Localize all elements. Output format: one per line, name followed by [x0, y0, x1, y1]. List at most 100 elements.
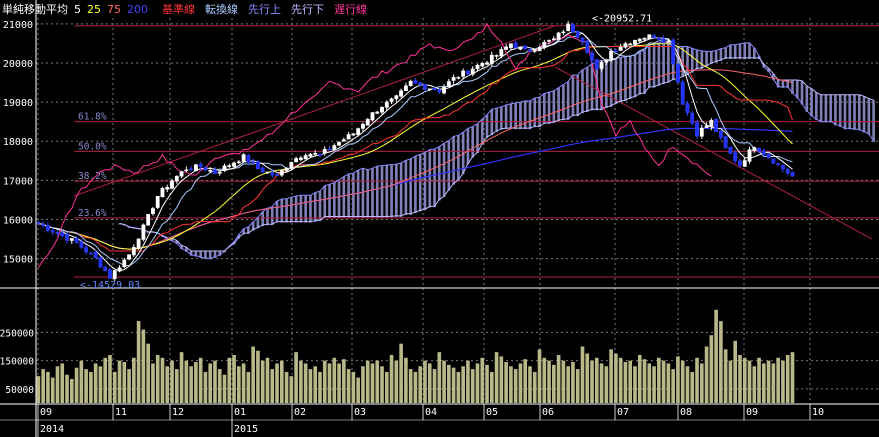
candle-body: [781, 165, 785, 170]
volume-bar: [657, 357, 661, 403]
volume-bar: [198, 357, 203, 403]
candle-body: [279, 170, 284, 176]
candle-body: [399, 90, 404, 97]
candle-body: [446, 81, 451, 87]
volume-bar: [227, 357, 232, 403]
volume-bar: [571, 362, 575, 403]
fib-label: 61.8%: [78, 112, 107, 123]
candle-body: [585, 40, 590, 53]
volume-bar: [475, 363, 480, 403]
x-tick-label: 10: [812, 407, 824, 418]
volume-bar: [719, 321, 723, 403]
candle-body: [337, 141, 341, 146]
volume-bar: [466, 360, 470, 403]
candle-body: [174, 175, 179, 182]
candle-body: [108, 269, 112, 279]
price-tick-label: 18000: [3, 137, 33, 148]
candle-body: [79, 241, 84, 248]
candle-body: [98, 257, 103, 268]
candle-body: [561, 31, 566, 34]
volume-bar: [55, 366, 60, 403]
candle-body: [313, 153, 318, 155]
volume-bar: [709, 335, 714, 403]
volume-bar: [141, 329, 146, 403]
volume-bar: [394, 360, 399, 403]
candle-body: [88, 252, 93, 255]
candle-body: [580, 37, 585, 43]
volume-bar: [318, 371, 322, 403]
volume-bar: [174, 369, 179, 403]
candle-body: [733, 152, 738, 162]
volume-bar: [532, 371, 537, 403]
volume-bar: [313, 366, 318, 403]
candle-body: [36, 222, 41, 224]
candle-body: [628, 43, 633, 46]
volume-bar: [552, 364, 556, 403]
x-tick-label: 09: [40, 407, 52, 418]
volume-bar: [351, 371, 356, 403]
candle-body: [46, 225, 50, 231]
low-annotation: <-14529.03: [80, 280, 140, 291]
volume-bar: [69, 378, 74, 403]
candle-body: [375, 111, 380, 114]
candle-body: [513, 42, 518, 49]
volume-bar: [575, 369, 580, 403]
candle-body: [451, 77, 456, 81]
candle-body: [408, 80, 413, 87]
candle-body: [423, 84, 427, 90]
candle-body: [676, 63, 680, 83]
candle-body: [294, 158, 299, 163]
candle-body: [260, 167, 265, 173]
candle-body: [227, 165, 232, 167]
candle-body: [556, 32, 561, 40]
candle-body: [103, 266, 108, 272]
volume-bar: [733, 340, 738, 403]
candle-body: [637, 38, 642, 42]
volume-bar: [241, 363, 246, 403]
candle-body: [575, 31, 580, 38]
candle-body: [55, 232, 60, 234]
candle-body: [165, 187, 170, 190]
candle-body: [232, 162, 236, 167]
candle-body: [413, 80, 418, 84]
candle-body: [489, 54, 494, 65]
volume-bar: [518, 363, 523, 403]
candle-body: [365, 118, 370, 126]
volume-bar: [785, 354, 790, 403]
volume-bar: [489, 371, 494, 403]
volume-bar: [60, 363, 65, 403]
candle-body: [41, 224, 46, 226]
volume-bar: [270, 369, 275, 403]
candle-body: [298, 157, 303, 160]
candle-body: [303, 155, 308, 160]
volume-bar: [41, 369, 45, 403]
volume-bar: [728, 360, 733, 403]
volume-bar: [136, 321, 141, 403]
volume-bar: [652, 366, 656, 403]
stock-chart[interactable]: 61.8% 50.0% 38.2% 23.6% 21000 20000 19000 1800…: [0, 0, 879, 437]
volume-bar: [480, 357, 485, 403]
volume-bar: [275, 363, 279, 403]
candle-body: [322, 148, 327, 154]
volume-bar: [623, 362, 628, 403]
candle-body: [117, 267, 122, 272]
volume-bar: [365, 360, 370, 403]
candle-body: [747, 149, 752, 162]
volume-bar: [494, 352, 499, 403]
volume-bar: [79, 360, 84, 403]
volume-bar: [647, 363, 652, 403]
candle-body: [470, 68, 475, 75]
trend-line-up: [73, 25, 556, 197]
volume-bar: [251, 346, 255, 403]
volume-bar: [237, 366, 241, 403]
volume-bar: [322, 360, 327, 403]
volume-bar: [103, 357, 108, 403]
volume-bar: [661, 360, 666, 403]
candle-body: [618, 46, 623, 51]
candle-body: [499, 48, 504, 57]
candle-body: [361, 124, 365, 129]
volume-bar: [614, 353, 618, 403]
volume-bar: [723, 349, 728, 403]
candle-body: [757, 148, 761, 152]
candle-body: [518, 46, 523, 50]
